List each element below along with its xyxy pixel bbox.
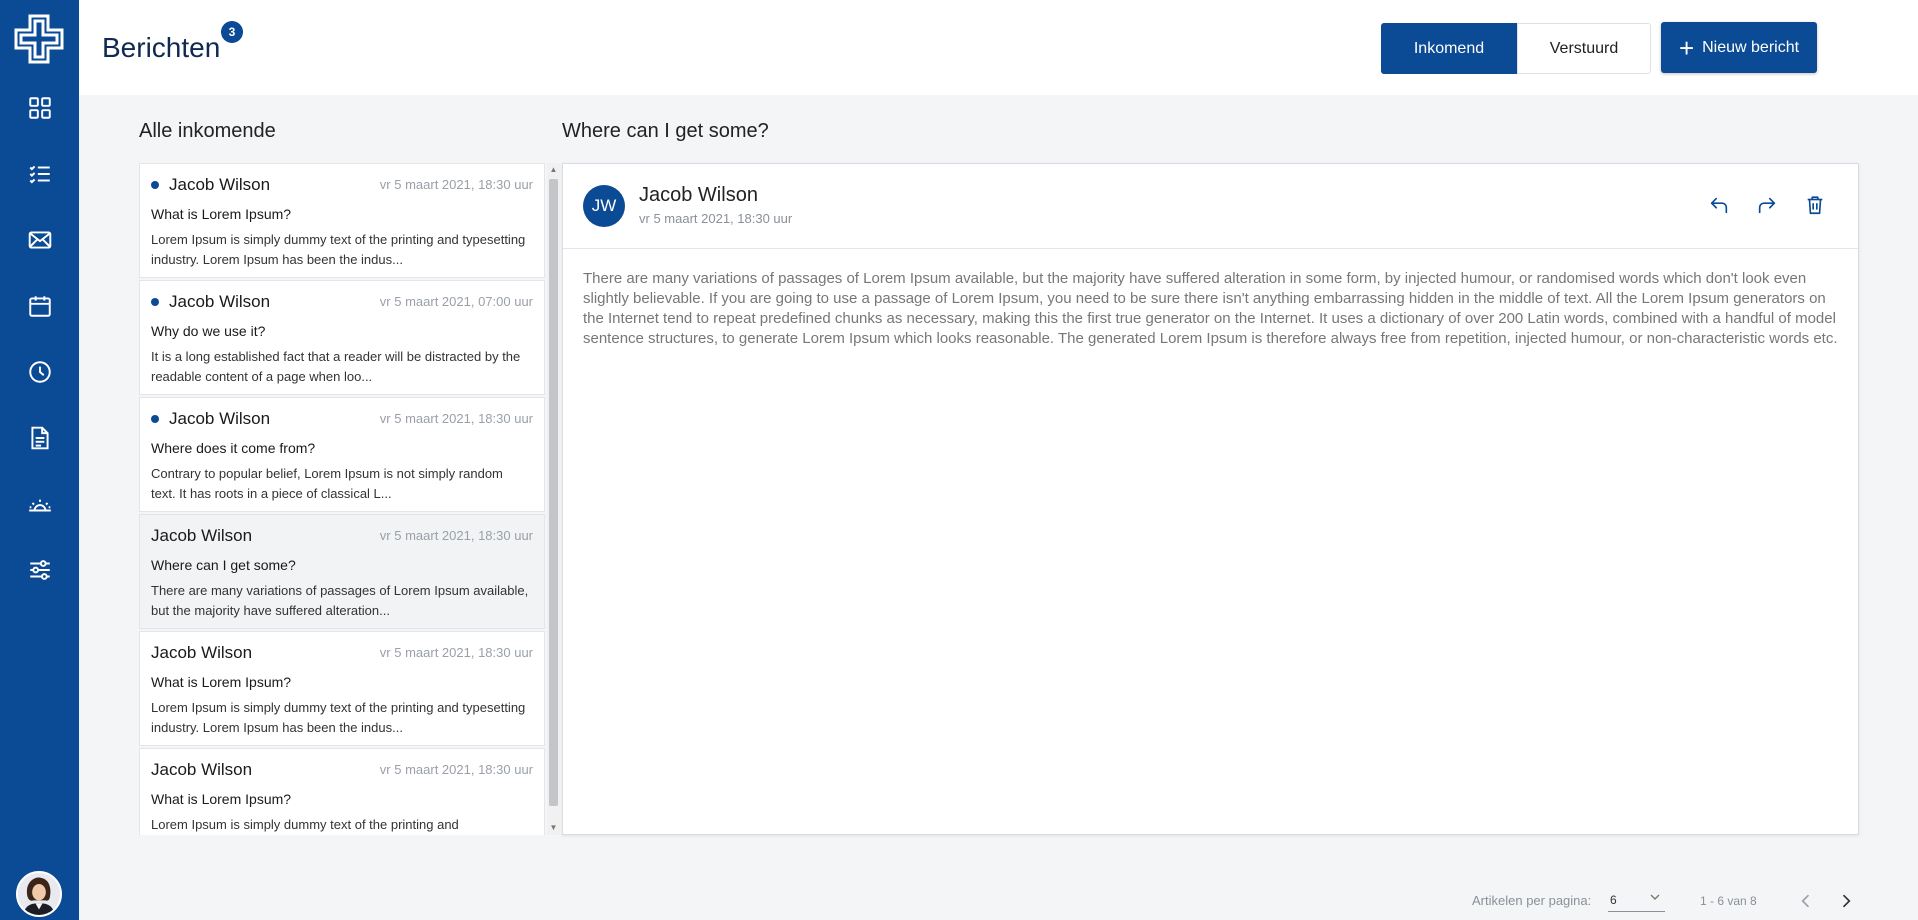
message-item[interactable]: Jacob Wilson vr 5 maart 2021, 18:30 uur … [139,163,545,278]
nav-tasks[interactable] [0,144,79,204]
sliders-icon [29,560,50,580]
clock-icon [28,361,51,383]
message-sender: Jacob Wilson [169,292,271,311]
message-subject: What is Lorem Ipsum? [151,674,292,690]
message-body: There are many variations of passages of… [583,270,1838,347]
nav-messages[interactable] [0,210,79,270]
sunrise-icon [28,499,51,512]
message-sender: Jacob Wilson [151,526,253,545]
message-preview: It is a long established fact that a rea… [151,349,521,384]
message-item[interactable]: Jacob Wilson vr 5 maart 2021, 18:30 uur … [139,397,545,512]
dashboard-grid-icon [28,97,51,119]
previous-page-button[interactable] [1794,889,1818,913]
new-message-button[interactable]: + Nieuw bericht [1661,22,1817,73]
list-scrollbar[interactable]: ▲ ▼ [547,163,560,835]
message-preview: There are many variations of passages of… [151,583,529,618]
new-message-label: Nieuw bericht [1702,38,1800,56]
list-heading: Alle inkomende [139,120,276,142]
message-date: vr 5 maart 2021, 18:30 uur [379,528,533,543]
reply-button[interactable] [1704,190,1734,220]
per-page-select[interactable]: 6 [1608,890,1665,912]
message-item[interactable]: Jacob Wilson vr 5 maart 2021, 18:30 uur … [139,748,545,835]
message-preview: Lorem Ipsum is simply dummy text of the … [151,817,459,832]
message-subject: Where does it come from? [151,440,316,456]
detail-date: vr 5 maart 2021, 18:30 uur [639,211,793,226]
reply-icon [1710,197,1728,214]
user-avatar[interactable] [16,871,62,917]
brand-cross-logo[interactable] [12,12,66,66]
page-range: 1 - 6 van 8 [1700,894,1757,908]
sender-avatar: JW [583,185,625,227]
nav-history[interactable] [0,342,79,402]
checklist-icon [29,165,50,184]
message-subject: What is Lorem Ipsum? [151,206,292,222]
forward-button[interactable] [1752,190,1782,220]
forward-icon [1758,197,1776,214]
message-date: vr 5 maart 2021, 18:30 uur [379,645,533,660]
trash-icon [1807,196,1823,215]
message-item-selected[interactable]: Jacob Wilson vr 5 maart 2021, 18:30 uur … [139,514,545,629]
plus-icon: + [1678,32,1695,63]
nav-daily[interactable] [0,474,79,534]
message-date: vr 5 maart 2021, 18:30 uur [379,177,533,192]
message-subject: Why do we use it? [151,323,266,339]
message-item[interactable]: Jacob Wilson vr 5 maart 2021, 07:00 uur … [139,280,545,395]
scroll-thumb[interactable] [549,179,558,806]
unread-dot [151,181,159,189]
sidebar [0,0,79,920]
unread-count-badge: 3 [221,21,243,43]
detail-sender: Jacob Wilson [639,184,758,206]
message-sender: Jacob Wilson [169,175,271,194]
chevron-right-icon [1842,894,1851,908]
message-date: vr 5 maart 2021, 07:00 uur [379,294,533,309]
unread-dot [151,298,159,306]
tab-sent[interactable]: Verstuurd [1517,23,1651,74]
scroll-up-arrow-icon[interactable]: ▲ [547,165,560,175]
detail-heading: Where can I get some? [562,120,769,142]
scroll-down-arrow-icon[interactable]: ▼ [547,823,560,833]
message-date: vr 5 maart 2021, 18:30 uur [379,762,533,777]
per-page-label: Artikelen per pagina: [1472,893,1592,908]
page-title: Berichten [102,32,221,63]
nav-settings[interactable] [0,540,79,600]
message-subject: What is Lorem Ipsum? [151,791,292,807]
tab-incoming[interactable]: Inkomend [1381,23,1517,74]
calendar-icon [28,296,51,317]
chevron-left-icon [1801,894,1810,908]
document-icon [30,426,49,450]
message-preview: Lorem Ipsum is simply dummy text of the … [151,232,526,267]
next-page-button[interactable] [1834,889,1858,913]
nav-calendar[interactable] [0,276,79,336]
message-list[interactable]: Jacob Wilson vr 5 maart 2021, 18:30 uur … [139,163,560,835]
detail-header: JW Jacob Wilson vr 5 maart 2021, 18:30 u… [563,164,1858,249]
unread-dot [151,415,159,423]
message-subject: Where can I get some? [151,557,296,573]
nav-documents[interactable] [0,408,79,468]
message-sender: Jacob Wilson [169,409,271,428]
message-detail-panel: JW Jacob Wilson vr 5 maart 2021, 18:30 u… [562,163,1859,835]
message-preview: Contrary to popular belief, Lorem Ipsum … [151,466,503,501]
message-sender: Jacob Wilson [151,760,253,779]
message-preview: Lorem Ipsum is simply dummy text of the … [151,700,526,735]
per-page-value: 6 [1610,893,1617,907]
message-date: vr 5 maart 2021, 18:30 uur [379,411,533,426]
chevron-down-icon [1649,891,1661,906]
nav-dashboard[interactable] [0,78,79,138]
mail-icon [28,231,51,249]
delete-button[interactable] [1800,190,1830,220]
message-item[interactable]: Jacob Wilson vr 5 maart 2021, 18:30 uur … [139,631,545,746]
message-sender: Jacob Wilson [151,643,253,662]
